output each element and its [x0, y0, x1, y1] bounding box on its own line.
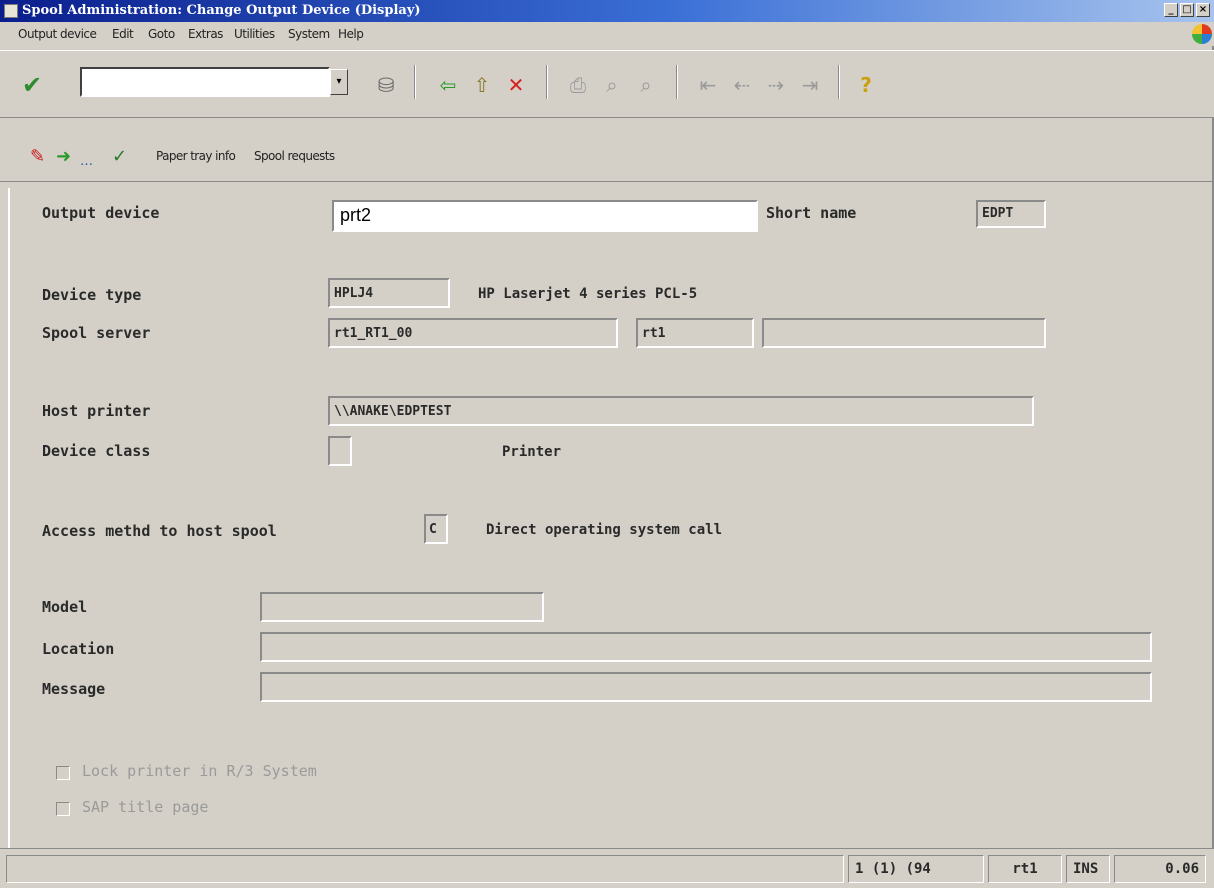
sap-window: Spool Administration: Change Output Devi… — [0, 0, 1214, 888]
sap-logo-icon — [1192, 24, 1212, 44]
window-title: Spool Administration: Change Output Devi… — [22, 3, 421, 18]
short-name-label: Short name — [766, 204, 857, 222]
minimize-button[interactable]: _ — [1164, 3, 1178, 17]
status-server: rt1 — [988, 855, 1062, 883]
status-time: 0.06 — [1114, 855, 1206, 883]
sap-title-page-checkbox[interactable] — [56, 802, 70, 816]
spool-server-label: Spool server — [42, 324, 151, 342]
menu-system[interactable]: System — [288, 27, 330, 41]
access-method-description: Direct operating system call — [486, 522, 723, 538]
device-class-field[interactable] — [328, 436, 352, 466]
print-icon[interactable]: ⎙ — [566, 73, 590, 97]
device-type-label: Device type — [42, 286, 142, 304]
status-mode: INS — [1066, 855, 1110, 883]
status-bar: 1 (1) (94 rt1 INS 0.06 — [0, 848, 1214, 888]
first-page-icon[interactable]: ⇤ — [696, 73, 720, 97]
menu-goto[interactable]: Goto — [148, 27, 175, 41]
form-area: Output device prt2 Short name EDPT Devic… — [8, 188, 1212, 848]
device-class-label: Device class — [42, 442, 151, 460]
last-page-icon[interactable]: ⇥ — [798, 73, 822, 97]
location-field[interactable] — [260, 632, 1152, 662]
output-device-input[interactable]: prt2 — [332, 200, 758, 232]
maximize-button[interactable]: □ — [1180, 3, 1194, 17]
message-label: Message — [42, 680, 106, 698]
close-button[interactable]: × — [1196, 3, 1210, 17]
spool-server-extra-field[interactable] — [762, 318, 1046, 348]
device-type-field[interactable]: HPLJ4 — [328, 278, 450, 308]
paper-tray-info-button[interactable]: Paper tray info — [156, 149, 236, 163]
device-type-description: HP Laserjet 4 series PCL-5 — [478, 286, 698, 302]
status-message — [6, 855, 844, 883]
save-icon[interactable]: ⛁ — [374, 73, 398, 97]
access-method-label: Access methd to host spool — [42, 522, 277, 540]
cancel-icon[interactable]: ✕ — [504, 73, 528, 97]
sap-title-page-label: SAP title page — [82, 798, 209, 816]
title-bar: Spool Administration: Change Output Devi… — [0, 0, 1214, 22]
enter-icon[interactable]: ✔ — [22, 71, 42, 99]
status-session: 1 (1) (94 — [848, 855, 984, 883]
menu-utilities[interactable]: Utilities — [234, 27, 275, 41]
spool-server-field[interactable]: rt1_RT1_00 — [328, 318, 618, 348]
menu-extras[interactable]: Extras — [188, 27, 223, 41]
next-page-icon[interactable]: ⇢ — [764, 73, 788, 97]
standard-toolbar: ✔ ▾ ⛁ ⇦ ⇧ ✕ ⎙ ⌕ ⌕ ⇤ ⇠ ⇢ ⇥ ? — [0, 50, 1214, 118]
menu-help[interactable]: Help — [338, 27, 364, 41]
document-check-icon[interactable]: ✓ — [112, 146, 127, 168]
output-device-label: Output device — [42, 204, 160, 222]
device-class-description: Printer — [502, 444, 562, 460]
host-printer-label: Host printer — [42, 402, 151, 420]
lock-printer-label: Lock printer in R/3 System — [82, 762, 317, 780]
application-toolbar: ✎ ➜ … ✓ Paper tray info Spool requests — [0, 134, 1214, 182]
exit-icon[interactable]: ⇧ — [470, 73, 494, 97]
menu-edit[interactable]: Edit — [112, 27, 134, 41]
ellipsis-icon[interactable]: … — [80, 151, 93, 173]
short-name-field[interactable]: EDPT — [976, 200, 1046, 228]
location-label: Location — [42, 640, 115, 658]
lock-printer-checkbox[interactable] — [56, 766, 70, 780]
continue-arrow-icon[interactable]: ➜ — [56, 146, 71, 168]
window-icon[interactable] — [4, 4, 18, 18]
back-icon[interactable]: ⇦ — [436, 73, 460, 97]
find-icon[interactable]: ⌕ — [600, 73, 624, 97]
help-icon[interactable]: ? — [854, 73, 878, 97]
access-method-field[interactable]: C — [424, 514, 448, 544]
menu-output-device[interactable]: Output device — [18, 27, 97, 41]
command-dropdown-icon[interactable]: ▾ — [330, 69, 348, 95]
find-next-icon[interactable]: ⌕ — [634, 73, 658, 97]
menu-bar: Output device Edit Goto Extras Utilities… — [0, 22, 1214, 46]
model-label: Model — [42, 598, 88, 616]
spool-server-host-field[interactable]: rt1 — [636, 318, 754, 348]
command-field[interactable] — [80, 67, 330, 97]
message-field[interactable] — [260, 672, 1152, 702]
host-printer-field[interactable]: \\ANAKE\EDPTEST — [328, 396, 1034, 426]
model-field[interactable] — [260, 592, 544, 622]
previous-page-icon[interactable]: ⇠ — [730, 73, 754, 97]
spool-requests-button[interactable]: Spool requests — [254, 149, 335, 163]
edit-pencil-icon[interactable]: ✎ — [30, 146, 45, 168]
